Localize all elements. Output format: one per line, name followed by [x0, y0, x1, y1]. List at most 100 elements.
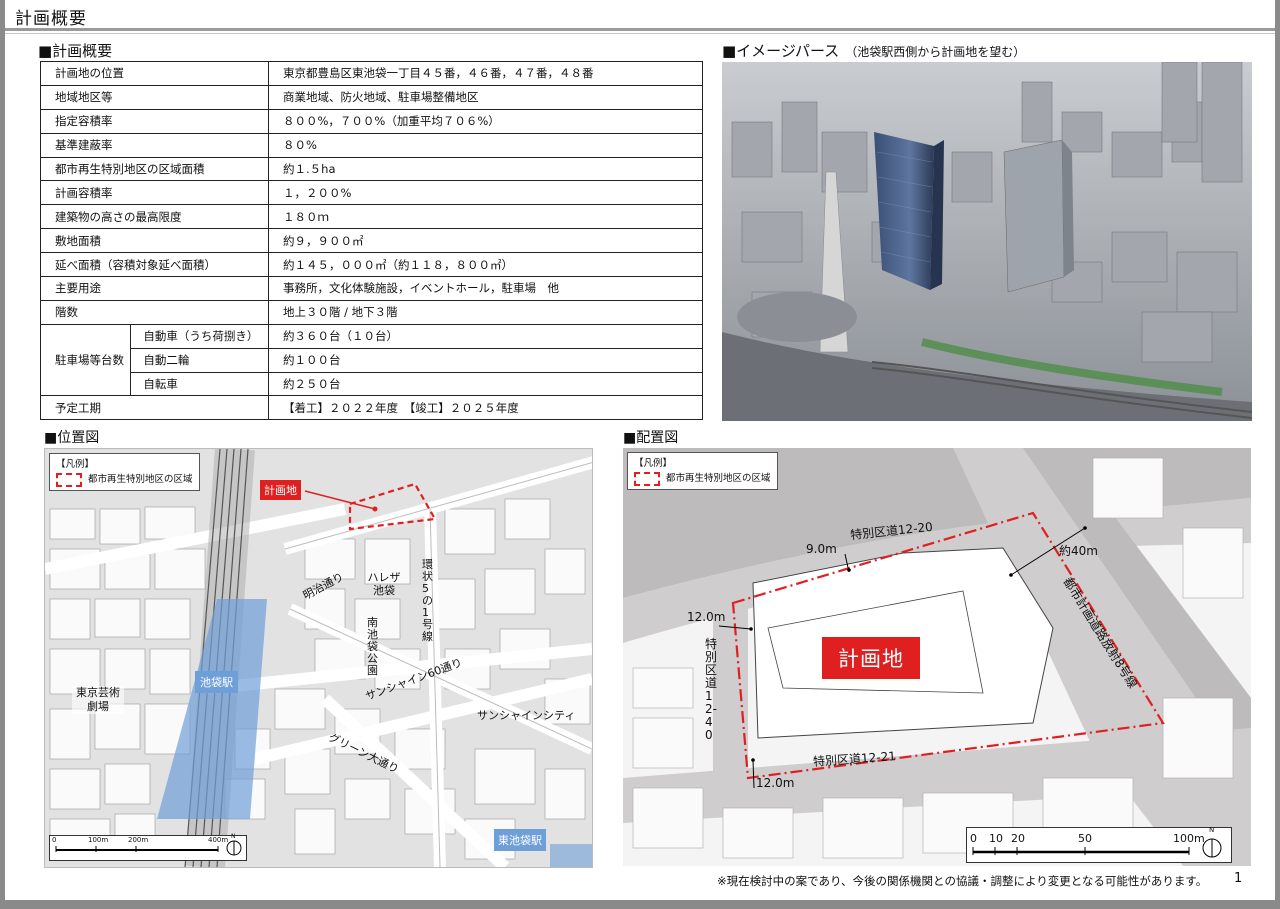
scale-0: 0 [970, 832, 977, 845]
row-label: 地域地区等 [40, 84, 269, 110]
legend-title: 【凡例】 [634, 458, 673, 469]
scale-100: 100m [88, 836, 109, 844]
kanjo5-label: 環状5の1号線 [422, 558, 433, 643]
minami-park-label: 南池袋公園 [367, 616, 378, 677]
width-12a-label: 12.0m [687, 610, 726, 624]
legend-title: 【凡例】 [56, 459, 95, 470]
row-label: 階数 [40, 299, 269, 325]
scale-100: 100m [1173, 832, 1205, 845]
site-label: 計画地 [260, 480, 301, 500]
station-label: 池袋駅 [195, 671, 238, 693]
row-value: ８０% [268, 132, 703, 158]
row-value: 約１４５，０００㎡（約１１８，８００㎡） [268, 252, 703, 278]
parking-type: 自動車（うち荷捌き） [130, 323, 269, 349]
boundary-swatch [634, 471, 660, 486]
location-map: 【凡例】 都市再生特別地区の区域 計画地 池袋駅 東池袋駅 東京芸術劇場 サンシ… [44, 448, 593, 868]
row-value: 商業地域、防火地域、駐車場整備地区 [268, 84, 703, 110]
row-value: １，２００% [268, 180, 703, 206]
legend-item-text: 都市再生特別地区の区域 [666, 473, 771, 484]
schedule-label: 予定工期 [40, 395, 269, 421]
table-row: 駐車場等台数 自動車（うち荷捌き） 約３６０台（１０台） [39, 323, 703, 397]
parking-count: 約２５０台 [268, 371, 703, 397]
scale-200: 200m [128, 836, 149, 844]
row-label: 都市再生特別地区の区域面積 [40, 156, 269, 182]
table-row: 建築物の高さの最高限度 １８０ｍ [40, 204, 703, 230]
parking-type: 自転車 [130, 371, 269, 397]
table-row: 階数 地上３０階 / 地下３階 [40, 299, 703, 325]
width-9-label: 9.0m [806, 542, 837, 556]
table-row: 指定容積率 ８００%，７００%（加重平均７０６%） [40, 108, 703, 134]
table-row: 予定工期 【着工】２０２２年度 【竣工】２０２５年度 [40, 395, 703, 421]
site-plan-site-label: 計画地 [822, 637, 920, 679]
perspective-caption: （池袋駅西側から計画地を望む） [845, 45, 1026, 59]
footer-note: ※現在検討中の案であり、今後の関係機関との協議・調整により変更となる可能性があり… [717, 874, 1208, 888]
row-label: 延べ面積（容積対象延べ面積） [40, 252, 269, 278]
hareza-label: ハレザ池袋 [367, 571, 401, 597]
perspective-image [722, 62, 1252, 421]
summary-table: 計画地の位置 東京都豊島区東池袋一丁目４５番，４６番，４７番，４８番 地域地区等 商業… [39, 61, 703, 421]
row-value: 事務所，文化体験施設，イベントホール，駐車場 他 [268, 276, 703, 301]
east-station-label: 東池袋駅 [494, 829, 546, 851]
page-number: 1 [1234, 871, 1243, 886]
sunshine-city-label: サンシャインシティ [477, 709, 576, 722]
legend-item: 都市再生特別地区の区域 [56, 472, 193, 487]
table-row: 主要用途 事務所，文化体験施設，イベントホール，駐車場 他 [40, 276, 703, 301]
parking-label: 駐車場等台数 [39, 323, 132, 397]
table-row: 基準建蔽率 ８０% [40, 132, 703, 158]
north-label: N [231, 833, 236, 840]
width-12b-label: 12.0m [756, 776, 795, 790]
row-label: 主要用途 [40, 276, 269, 301]
parking-type: 自動二輪 [130, 347, 269, 373]
table-row: 計画容積率 １，２００% [40, 180, 703, 206]
location-map-heading: ■位置図 [44, 430, 100, 446]
row-value: ８００%，７００%（加重平均７０６%） [268, 108, 703, 134]
title-rule-thin [5, 33, 1275, 34]
scale-20: 20 [1011, 832, 1025, 845]
scale-50: 50 [1078, 832, 1092, 845]
row-label: 建築物の高さの最高限度 [40, 204, 269, 230]
location-map-scale: 0 100m 200m 400m N [49, 833, 247, 861]
table-row: 自動二輪 約１００台 [41, 347, 703, 373]
perspective-illustration [722, 62, 1252, 421]
row-value: 約１.５ha [268, 156, 703, 182]
row-value: １８０ｍ [268, 204, 703, 230]
scale-400: 400m [208, 836, 229, 844]
table-row: 都市再生特別地区の区域面積 約１.５ha [40, 156, 703, 182]
legend-item: 都市再生特別地区の区域 [634, 471, 771, 486]
schedule-value: 【着工】２０２２年度 【竣工】２０２５年度 [268, 395, 703, 421]
table-row: 地域地区等 商業地域、防火地域、駐車場整備地区 [40, 84, 703, 110]
site-plan: 【凡例】 都市再生特別地区の区域 計画地 特別区道12-20 特別区道12-40… [623, 448, 1251, 866]
boundary-swatch [56, 472, 82, 487]
table-row: 自転車 約２５０台 [41, 371, 703, 397]
row-value: 約９，９００㎡ [268, 228, 703, 254]
row-label: 敷地面積 [40, 228, 269, 254]
page: 計画概要 ■計画概要 計画地の位置 東京都豊島区東池袋一丁目４５番，４６番，４７番… [5, 0, 1275, 900]
row-label: 計画容積率 [40, 180, 269, 206]
row-label: 指定容積率 [40, 108, 269, 134]
title-rule [5, 28, 1275, 31]
road-12-40-label: 特別区道12-40 [705, 637, 718, 742]
parking-count: 約３６０台（１０台） [268, 323, 703, 349]
row-label: 基準建蔽率 [40, 132, 269, 158]
north-label: N [1209, 826, 1215, 834]
table-row: 計画地の位置 東京都豊島区東池袋一丁目４５番，４６番，４７番，４８番 [40, 61, 703, 86]
location-map-graphic [45, 449, 592, 867]
legend-item-text: 都市再生特別地区の区域 [88, 474, 193, 485]
row-value: 地上３０階 / 地下３階 [268, 299, 703, 325]
site-plan-heading: ■配置図 [623, 430, 679, 446]
parking-count: 約１００台 [268, 347, 703, 373]
page-title: 計画概要 [15, 9, 87, 29]
table-row: 延べ面積（容積対象延べ面積） 約１４５，０００㎡（約１１８，８００㎡） [40, 252, 703, 278]
theatre-label: 東京芸術劇場 [72, 686, 124, 714]
scale-0: 0 [52, 836, 57, 844]
location-map-legend: 【凡例】 都市再生特別地区の区域 [49, 453, 200, 491]
site-plan-scale: 0 10 20 50 100m N [966, 826, 1232, 863]
width-40-label: 約40m [1059, 544, 1098, 558]
row-value: 東京都豊島区東池袋一丁目４５番，４６番，４７番，４８番 [268, 61, 703, 86]
perspective-heading: ■イメージパース （池袋駅西側から計画地を望む） [722, 40, 1025, 61]
row-label: 計画地の位置 [40, 61, 269, 86]
perspective-title: ■イメージパース [722, 42, 840, 60]
summary-heading: ■計画概要 [38, 42, 113, 60]
site-plan-legend: 【凡例】 都市再生特別地区の区域 [627, 452, 778, 490]
table-row: 敷地面積 約９，９００㎡ [40, 228, 703, 254]
